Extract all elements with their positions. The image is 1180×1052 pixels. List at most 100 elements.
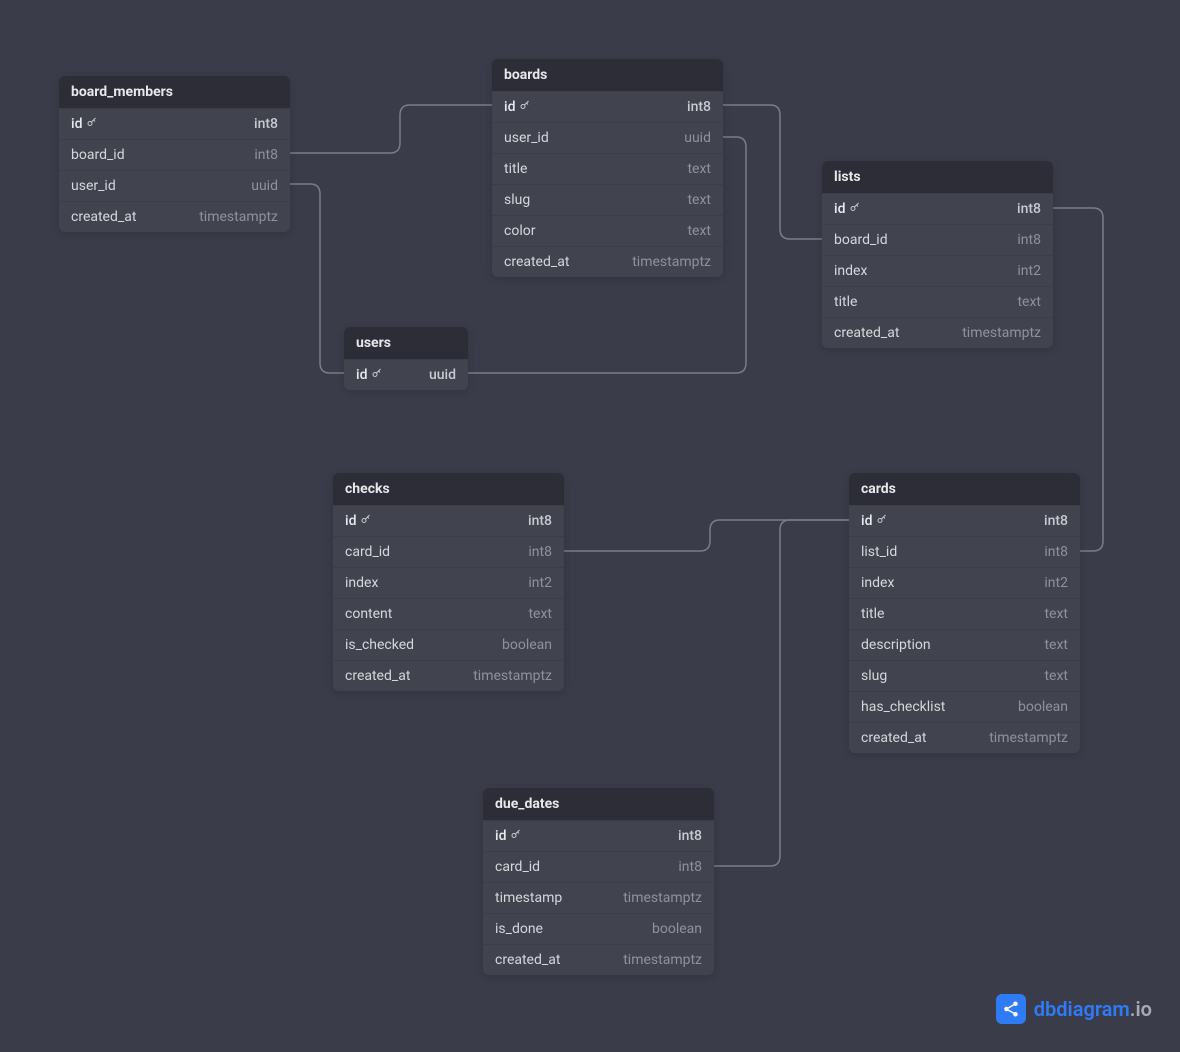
column-row[interactable]: idint8 — [59, 108, 290, 139]
column-row[interactable]: created_at timestamptz — [849, 722, 1080, 753]
column-name: created_at — [345, 668, 410, 684]
column-name: has_checklist — [861, 699, 945, 715]
column-type: boolean — [502, 637, 552, 653]
table-header[interactable]: checks — [333, 473, 564, 505]
column-type: text — [1044, 606, 1068, 622]
column-name: card_id — [495, 859, 540, 875]
column-type: int8 — [678, 859, 702, 875]
column-type: timestamptz — [632, 254, 711, 270]
column-name: user_id — [504, 130, 549, 146]
column-type: int8 — [678, 828, 702, 844]
column-row[interactable]: created_attimestamptz — [822, 317, 1053, 348]
table-header[interactable]: lists — [822, 161, 1053, 193]
column-name: created_at — [861, 730, 926, 746]
column-row[interactable]: board_idint8 — [59, 139, 290, 170]
column-name: created_at — [495, 952, 560, 968]
column-type: timestamptz — [962, 325, 1041, 341]
column-type: text — [1044, 668, 1068, 684]
column-type: text — [528, 606, 552, 622]
table-users[interactable]: users id uuid — [344, 327, 468, 390]
column-type: int8 — [1017, 232, 1041, 248]
column-type: text — [687, 192, 711, 208]
column-name: id — [345, 513, 372, 529]
table-board_members[interactable]: board_membersidint8board_idint8user_iduu… — [59, 76, 290, 232]
column-name: description — [861, 637, 931, 653]
column-row[interactable]: index int2 — [822, 255, 1053, 286]
table-checks[interactable]: checksidint8card_idint8indexint2contentt… — [333, 473, 564, 691]
column-type: timestamptz — [199, 209, 278, 225]
column-name: id — [356, 367, 383, 383]
column-type: timestamptz — [989, 730, 1068, 746]
column-name: index — [834, 263, 867, 279]
column-row[interactable]: board_idint8 — [822, 224, 1053, 255]
column-row[interactable]: user_id uuid — [492, 122, 723, 153]
column-row[interactable]: titletext — [822, 286, 1053, 317]
column-row[interactable]: created_at timestamptz — [333, 660, 564, 691]
column-name: is_done — [495, 921, 543, 937]
column-row[interactable]: id int8 — [822, 193, 1053, 224]
column-row[interactable]: card_idint8 — [333, 536, 564, 567]
column-type: int8 — [687, 99, 711, 115]
column-type: uuid — [684, 130, 711, 146]
column-row[interactable]: created_at timestamptz — [59, 201, 290, 232]
column-name: timestamp — [495, 890, 562, 906]
column-name: list_id — [861, 544, 897, 560]
column-name: title — [834, 294, 857, 310]
key-icon — [510, 828, 522, 844]
column-name: slug — [861, 668, 887, 684]
column-type: boolean — [652, 921, 702, 937]
table-header[interactable]: due_dates — [483, 788, 714, 820]
column-row[interactable]: slugtext — [492, 184, 723, 215]
column-row[interactable]: is_checked boolean — [333, 629, 564, 660]
table-header[interactable]: cards — [849, 473, 1080, 505]
column-row[interactable]: created_attimestamptz — [492, 246, 723, 277]
column-type: timestamptz — [473, 668, 552, 684]
column-type: boolean — [1018, 699, 1068, 715]
column-name: id — [495, 828, 522, 844]
column-row[interactable]: colortext — [492, 215, 723, 246]
table-header[interactable]: boards — [492, 59, 723, 91]
column-name: content — [345, 606, 392, 622]
table-lists[interactable]: listsidint8board_idint8indexint2titletex… — [822, 161, 1053, 348]
column-row[interactable]: indexint2 — [333, 567, 564, 598]
column-row[interactable]: card_id int8 — [483, 851, 714, 882]
table-header[interactable]: users — [344, 327, 468, 359]
column-name: id — [834, 201, 861, 217]
column-row[interactable]: created_attimestamptz — [483, 944, 714, 975]
watermark-suffix: .io — [1130, 997, 1152, 1021]
column-name: is_checked — [345, 637, 414, 653]
column-row[interactable]: idint8 — [849, 505, 1080, 536]
table-header[interactable]: board_members — [59, 76, 290, 108]
column-name: user_id — [71, 178, 116, 194]
column-row[interactable]: is_done boolean — [483, 913, 714, 944]
column-row[interactable]: timestamptimestamptz — [483, 882, 714, 913]
key-icon — [849, 201, 861, 217]
column-row[interactable]: indexint2 — [849, 567, 1080, 598]
column-row[interactable]: id uuid — [344, 359, 468, 390]
table-boards[interactable]: boardsidint8user_iduuidtitletextslugtext… — [492, 59, 723, 277]
column-name: id — [861, 513, 888, 529]
table-cards[interactable]: cardsidint8list_idint8indexint2titletext… — [849, 473, 1080, 753]
column-type: uuid — [429, 367, 456, 383]
column-type: int2 — [1017, 263, 1041, 279]
table-due_dates[interactable]: due_datesid int8 card_id int8 timestamptimes… — [483, 788, 714, 975]
column-type: int8 — [1017, 201, 1041, 217]
column-row[interactable]: user_iduuid — [59, 170, 290, 201]
watermark-prefix: dbdiagram — [1034, 997, 1130, 1021]
column-row[interactable]: idint8 — [492, 91, 723, 122]
column-name: created_at — [71, 209, 136, 225]
column-row[interactable]: content text — [333, 598, 564, 629]
column-name: board_id — [71, 147, 125, 163]
column-name: index — [861, 575, 894, 591]
column-name: title — [504, 161, 527, 177]
share-icon — [996, 994, 1026, 1024]
column-row[interactable]: titletext — [849, 598, 1080, 629]
column-row[interactable]: idint8 — [333, 505, 564, 536]
column-row[interactable]: id int8 — [483, 820, 714, 851]
column-row[interactable]: slug text — [849, 660, 1080, 691]
column-type: int8 — [528, 544, 552, 560]
column-row[interactable]: titletext — [492, 153, 723, 184]
column-row[interactable]: descriptiontext — [849, 629, 1080, 660]
column-row[interactable]: has_checklist boolean — [849, 691, 1080, 722]
column-row[interactable]: list_idint8 — [849, 536, 1080, 567]
